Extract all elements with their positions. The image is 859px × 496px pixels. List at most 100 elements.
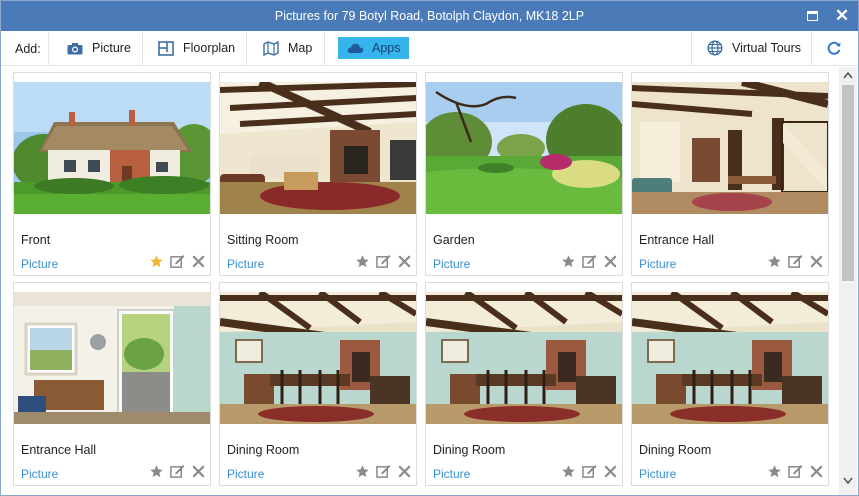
- add-map-label: Map: [288, 41, 313, 55]
- star-icon[interactable]: [354, 253, 370, 269]
- edit-icon[interactable]: [581, 253, 597, 269]
- edit-icon[interactable]: [169, 253, 185, 269]
- picture-actions: [560, 253, 618, 269]
- delete-icon[interactable]: [396, 463, 412, 479]
- delete-icon[interactable]: [808, 253, 824, 269]
- delete-icon[interactable]: [396, 253, 412, 269]
- star-icon[interactable]: [560, 463, 576, 479]
- virtual-tours-label: Virtual Tours: [732, 41, 802, 55]
- delete-icon[interactable]: [190, 463, 206, 479]
- close-icon: ✕: [834, 6, 850, 25]
- picture-type-link[interactable]: Picture: [227, 257, 264, 271]
- picture-caption: Sitting Room: [227, 233, 299, 247]
- add-map-button[interactable]: Map: [262, 37, 312, 59]
- picture-actions: [766, 253, 824, 269]
- picture-caption: Front: [21, 233, 51, 247]
- picture-actions: [560, 463, 618, 479]
- picture-thumbnail[interactable]: [632, 292, 828, 424]
- edit-icon[interactable]: [169, 463, 185, 479]
- picture-type-link[interactable]: Picture: [227, 467, 264, 481]
- star-icon[interactable]: [354, 463, 370, 479]
- scrollbar-thumb[interactable]: [842, 85, 854, 281]
- add-floorplan-label: Floorplan: [183, 41, 236, 55]
- maximize-button[interactable]: [802, 6, 822, 26]
- pictures-window: Pictures for 79 Botyl Road, Botolph Clay…: [0, 0, 859, 496]
- vertical-scrollbar[interactable]: [839, 67, 857, 495]
- picture-type-link[interactable]: Picture: [21, 257, 58, 271]
- toolbar-divider: [142, 31, 143, 65]
- edit-icon[interactable]: [787, 253, 803, 269]
- scroll-up-arrow-icon[interactable]: [843, 71, 853, 79]
- edit-icon[interactable]: [375, 253, 391, 269]
- picture-actions: [766, 463, 824, 479]
- globe-icon: [706, 40, 724, 56]
- scroll-down-arrow-icon[interactable]: [843, 477, 853, 485]
- close-button[interactable]: ✕: [832, 6, 852, 26]
- picture-caption: Entrance Hall: [21, 443, 97, 457]
- picture-caption: Dining Room: [227, 443, 300, 457]
- maximize-icon: [806, 11, 818, 21]
- virtual-tours-button[interactable]: Virtual Tours: [706, 37, 801, 59]
- picture-actions: [148, 253, 206, 269]
- map-icon: [262, 40, 280, 56]
- edit-icon[interactable]: [787, 463, 803, 479]
- picture-actions: [148, 463, 206, 479]
- delete-icon[interactable]: [602, 463, 618, 479]
- delete-icon[interactable]: [808, 463, 824, 479]
- star-icon[interactable]: [766, 463, 782, 479]
- picture-thumbnail[interactable]: [426, 292, 622, 424]
- picture-thumbnail[interactable]: [220, 82, 416, 214]
- picture-thumbnail[interactable]: [632, 82, 828, 214]
- add-picture-label: Picture: [92, 41, 131, 55]
- window-title: Pictures for 79 Botyl Road, Botolph Clay…: [274, 9, 585, 23]
- add-picture-button[interactable]: Picture: [66, 37, 131, 59]
- picture-actions: [354, 463, 412, 479]
- camera-icon: [66, 40, 84, 56]
- apps-label: Apps: [372, 41, 401, 55]
- picture-type-link[interactable]: Picture: [21, 467, 58, 481]
- refresh-button[interactable]: [825, 37, 851, 59]
- picture-card[interactable]: Dining Room Picture: [425, 282, 623, 486]
- apps-button[interactable]: Apps: [338, 37, 409, 59]
- picture-type-link[interactable]: Picture: [433, 467, 470, 481]
- picture-type-link[interactable]: Picture: [639, 257, 676, 271]
- delete-icon[interactable]: [190, 253, 206, 269]
- star-filled-icon[interactable]: [148, 253, 164, 269]
- toolbar-divider: [246, 31, 247, 65]
- picture-thumbnail[interactable]: [14, 292, 210, 424]
- edit-icon[interactable]: [581, 463, 597, 479]
- add-floorplan-button[interactable]: Floorplan: [157, 37, 235, 59]
- floorplan-icon: [157, 40, 175, 56]
- picture-card[interactable]: Front Picture: [13, 72, 211, 276]
- toolbar-divider: [324, 31, 325, 65]
- picture-thumbnail[interactable]: [220, 292, 416, 424]
- picture-card[interactable]: Entrance Hall Picture: [13, 282, 211, 486]
- picture-caption: Dining Room: [639, 443, 712, 457]
- refresh-icon: [825, 40, 843, 56]
- picture-card[interactable]: Dining Room Picture: [219, 282, 417, 486]
- star-icon[interactable]: [148, 463, 164, 479]
- picture-card[interactable]: Entrance Hall Picture: [631, 72, 829, 276]
- picture-type-link[interactable]: Picture: [433, 257, 470, 271]
- picture-type-link[interactable]: Picture: [639, 467, 676, 481]
- picture-card[interactable]: Garden Picture: [425, 72, 623, 276]
- title-bar: Pictures for 79 Botyl Road, Botolph Clay…: [1, 1, 858, 31]
- picture-thumbnail[interactable]: [426, 82, 622, 214]
- toolbar-divider: [811, 31, 812, 65]
- picture-caption: Dining Room: [433, 443, 506, 457]
- toolbar-divider: [691, 31, 692, 65]
- toolbar-divider: [48, 31, 49, 65]
- star-icon[interactable]: [766, 253, 782, 269]
- toolbar: Add: Picture Floorplan Map Apps Virtual …: [1, 31, 858, 66]
- picture-caption: Entrance Hall: [639, 233, 715, 247]
- picture-card[interactable]: Dining Room Picture: [631, 282, 829, 486]
- picture-caption: Garden: [433, 233, 475, 247]
- cloud-icon: [346, 40, 364, 56]
- picture-thumbnail[interactable]: [14, 82, 210, 214]
- delete-icon[interactable]: [602, 253, 618, 269]
- edit-icon[interactable]: [375, 463, 391, 479]
- add-label: Add:: [15, 42, 41, 56]
- star-icon[interactable]: [560, 253, 576, 269]
- picture-card[interactable]: Sitting Room Picture: [219, 72, 417, 276]
- picture-actions: [354, 253, 412, 269]
